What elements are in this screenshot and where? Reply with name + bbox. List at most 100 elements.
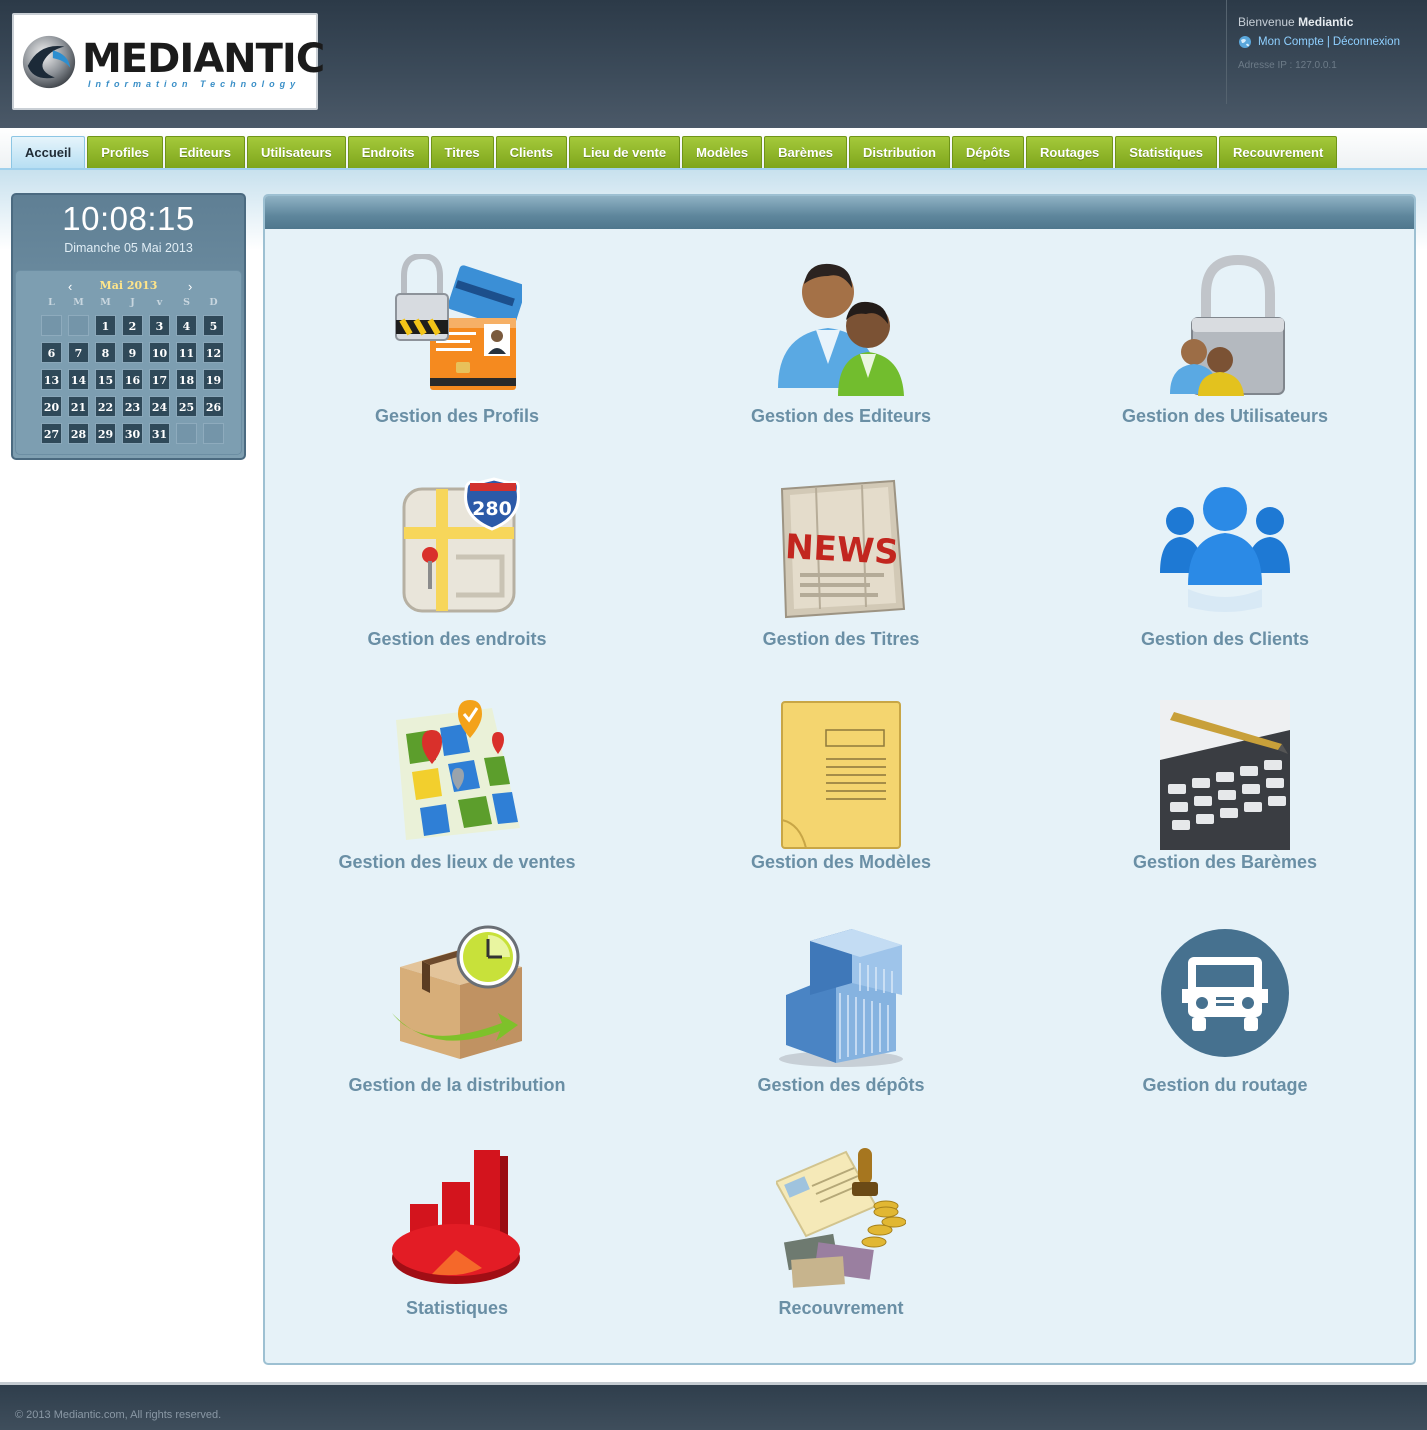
tab-statistiques[interactable]: Statistiques — [1115, 136, 1217, 168]
calendar-day[interactable]: 2 — [122, 315, 143, 336]
my-account-link[interactable]: Mon Compte — [1258, 36, 1324, 48]
tab-titres[interactable]: Titres — [430, 136, 494, 168]
tile-statistiques[interactable]: Statistiques — [265, 1146, 649, 1356]
tile-modeles[interactable]: Gestion des Modèles — [649, 700, 1033, 910]
calendar-day[interactable]: 19 — [203, 369, 224, 390]
chart-pie-icon — [392, 1150, 520, 1284]
tab-routages[interactable]: Routages — [1026, 136, 1114, 168]
calendar-day[interactable]: 5 — [203, 315, 224, 336]
calendar-day[interactable]: 25 — [176, 396, 197, 417]
tab-baremes[interactable]: Barèmes — [764, 136, 848, 168]
tab-accueil[interactable]: Accueil — [11, 136, 86, 168]
users-padlock-icon — [1170, 254, 1285, 396]
calendar-day[interactable]: 11 — [176, 342, 197, 363]
svg-text:280: 280 — [472, 498, 512, 520]
user-panel: Bienvenue Mediantic Mon Compte | Déconne… — [1226, 0, 1427, 104]
calendar-day[interactable]: 7 — [68, 342, 89, 363]
calendar-next-button[interactable]: › — [188, 279, 192, 294]
weekday: S — [183, 297, 190, 308]
tile-distribution[interactable]: Gestion de la distribution — [265, 923, 649, 1133]
folder-icon — [781, 701, 901, 849]
weekday: M — [73, 297, 84, 308]
tile-clients[interactable]: Gestion des Clients — [1033, 477, 1417, 687]
tab-editeurs[interactable]: Editeurs — [164, 136, 245, 168]
calendar: ‹ Mai 2013 › L M M J v S D 1 2 3 4 5 6 7 8 9 10 11… — [15, 270, 242, 455]
clock-time: 10:08:15 — [62, 200, 195, 237]
tab-profiles[interactable]: Profiles — [87, 136, 163, 168]
newspaper-icon: NEWS — [780, 479, 906, 619]
clock-date: Dimanche 05 Mai 2013 — [64, 241, 193, 255]
calendar-day[interactable]: 9 — [122, 342, 143, 363]
tab-clients[interactable]: Clients — [495, 136, 568, 168]
calendar-day[interactable]: 4 — [176, 315, 197, 336]
logout-link[interactable]: Déconnexion — [1333, 36, 1400, 48]
tab-utilisateurs[interactable]: Utilisateurs — [246, 136, 346, 168]
weekday: v — [156, 297, 163, 308]
calendar-empty-cell — [203, 423, 224, 444]
tab-endroits[interactable]: Endroits — [347, 136, 429, 168]
calendar-day[interactable]: 10 — [149, 342, 170, 363]
calendar-weekdays: L M M J v S D — [38, 297, 227, 308]
calendar-day[interactable]: 21 — [68, 396, 89, 417]
logo-subtitle: Information Technology — [88, 79, 301, 89]
tab-depots[interactable]: Dépôts — [951, 136, 1025, 168]
tab-lieu-de-vente[interactable]: Lieu de vente — [569, 136, 681, 168]
tile-depots[interactable]: Gestion des dépôts — [649, 923, 1033, 1133]
calendar-day[interactable]: 15 — [95, 369, 116, 390]
calendar-day[interactable]: 18 — [176, 369, 197, 390]
calendar-day[interactable]: 8 — [95, 342, 116, 363]
calendar-month: Mai 2013 — [99, 279, 158, 292]
calendar-day[interactable]: 30 — [122, 423, 143, 444]
calendar-empty-cell — [68, 315, 89, 336]
tile-label: Gestion des Utilisateurs — [1121, 406, 1329, 426]
welcome-prefix: Bienvenue — [1238, 15, 1295, 29]
calendar-day[interactable]: 14 — [68, 369, 89, 390]
calendar-day[interactable]: 20 — [41, 396, 62, 417]
tile-editeurs[interactable]: Gestion des Editeurs — [649, 254, 1033, 464]
calendar-day[interactable]: 6 — [41, 342, 62, 363]
calendar-day[interactable]: 27 — [41, 423, 62, 444]
calendar-day[interactable]: 31 — [149, 423, 170, 444]
calendar-day[interactable]: 17 — [149, 369, 170, 390]
tile-endroits[interactable]: 280 Gestion des endroits — [265, 477, 649, 687]
tile-lieux-de-ventes[interactable]: Gestion des lieux de ventes — [265, 700, 649, 910]
panel-title-bar — [265, 196, 1414, 229]
tab-recouvrement[interactable]: Recouvrement — [1218, 136, 1338, 168]
logo[interactable]: MEDIANTIC Information Technology — [12, 13, 325, 110]
username: Mediantic — [1298, 15, 1354, 29]
calendar-day[interactable]: 3 — [149, 315, 170, 336]
user-group-icon — [1160, 487, 1290, 612]
tile-label: Gestion des Barèmes — [1132, 852, 1318, 872]
welcome-text: Bienvenue Mediantic — [1238, 15, 1353, 29]
map-pins-icon — [396, 700, 520, 840]
box-clock-icon — [392, 925, 522, 1059]
calendar-empty-cell — [41, 315, 62, 336]
calendar-day[interactable]: 1 — [95, 315, 116, 336]
tile-utilisateurs[interactable]: Gestion des Utilisateurs — [1033, 254, 1417, 464]
calendar-day[interactable]: 13 — [41, 369, 62, 390]
calendar-day[interactable]: 16 — [122, 369, 143, 390]
id-card-lock-icon — [395, 254, 522, 390]
calendar-day[interactable]: 22 — [95, 396, 116, 417]
tile-label: Gestion de la distribution — [348, 1075, 566, 1095]
calendar-grid: 1 2 3 4 5 6 7 8 9 10 11 12 13 14 15 16 17 18 19 20 21 22 23 24 2… — [38, 315, 227, 450]
tab-distribution[interactable]: Distribution — [849, 136, 950, 168]
calendar-day[interactable]: 29 — [95, 423, 116, 444]
tab-modeles[interactable]: Modèles — [682, 136, 763, 168]
main-panel: Gestion des Profils Gestion des Editeurs — [263, 194, 1416, 1365]
tile-profils[interactable]: Gestion des Profils — [265, 254, 649, 464]
calculator-pen-icon — [1160, 700, 1290, 850]
tile-recouvrement[interactable]: Recouvrement — [649, 1146, 1033, 1356]
tile-label: Gestion des lieux de ventes — [338, 852, 576, 872]
calendar-day[interactable]: 26 — [203, 396, 224, 417]
account-globe-icon — [1239, 36, 1251, 48]
truck-icon — [1161, 929, 1289, 1057]
calendar-day[interactable]: 24 — [149, 396, 170, 417]
calendar-day[interactable]: 12 — [203, 342, 224, 363]
tile-baremes[interactable]: Gestion des Barèmes — [1033, 700, 1417, 910]
calendar-day[interactable]: 28 — [68, 423, 89, 444]
tile-label: Gestion du routage — [1142, 1075, 1308, 1095]
tile-routage[interactable]: Gestion du routage — [1033, 923, 1417, 1133]
calendar-day[interactable]: 23 — [122, 396, 143, 417]
tile-titres[interactable]: NEWS Gestion des Titres — [649, 477, 1033, 687]
